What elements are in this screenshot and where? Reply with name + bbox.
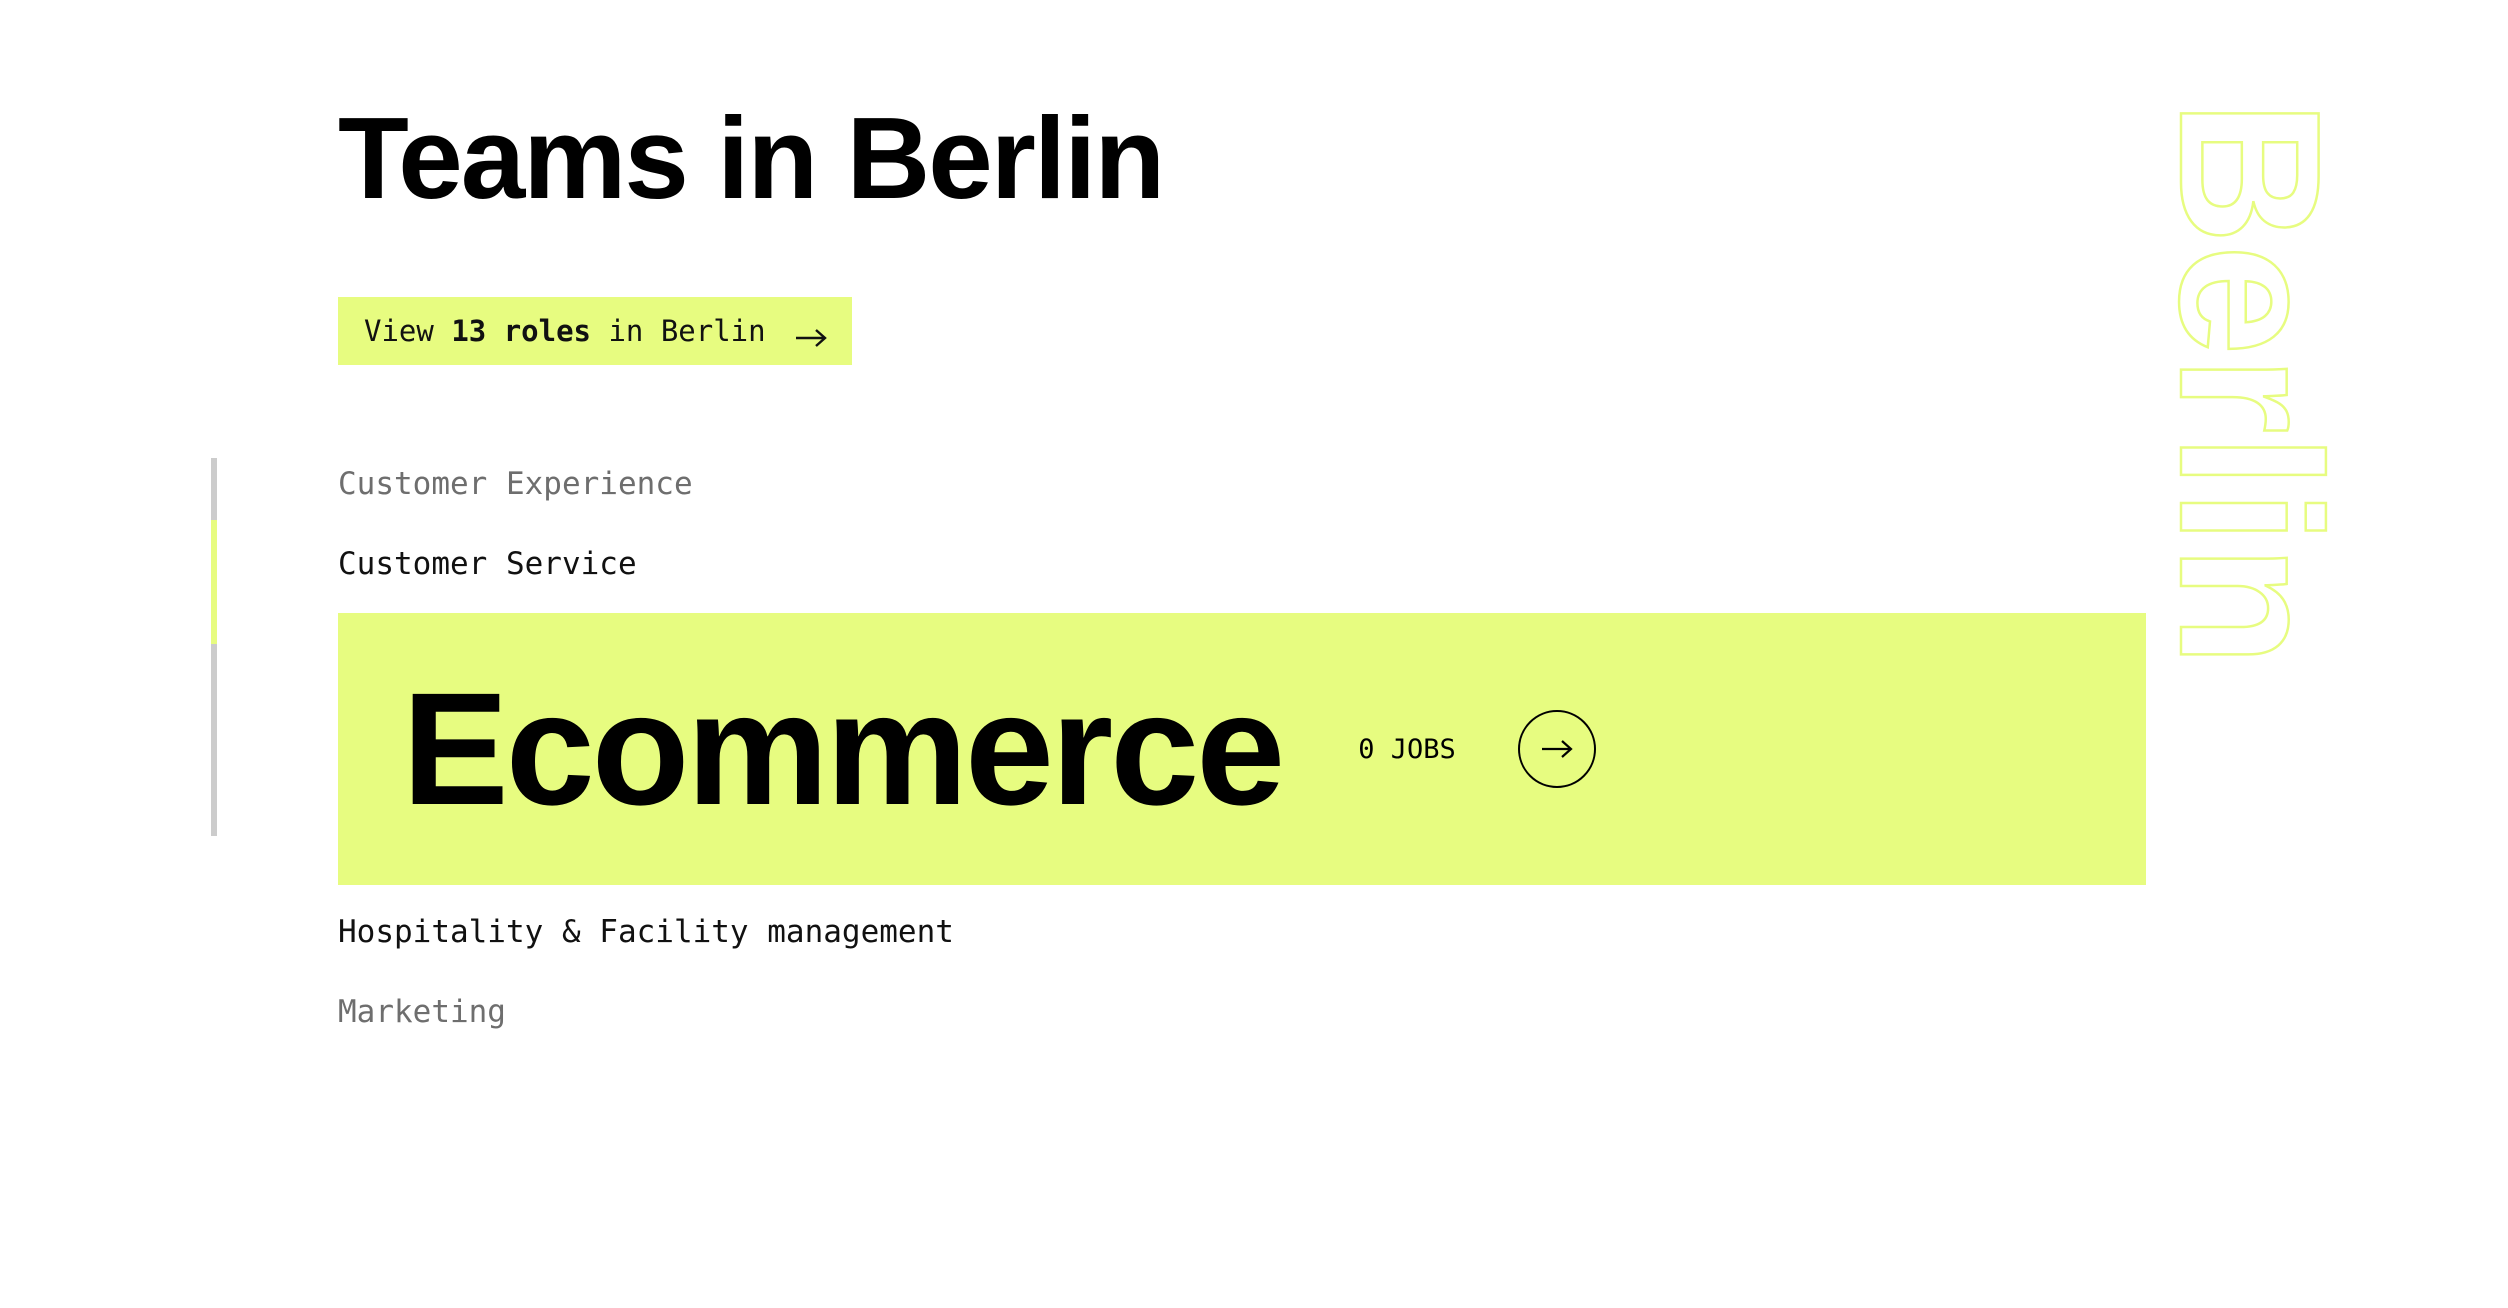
arrow-right-icon: [794, 321, 828, 347]
team-item-hospitality-facility[interactable]: Hospitality & Facility management: [338, 912, 954, 952]
city-name-watermark: Berlin: [2177, 100, 2362, 668]
active-team-name: Ecommerce: [402, 659, 1285, 838]
jobs-count: 0 JOBS: [1358, 733, 1456, 765]
city-watermark-text: Berlin: [2177, 100, 2361, 667]
view-roles-prefix: View: [364, 314, 452, 348]
team-scroll-indicator[interactable]: [211, 520, 217, 644]
view-roles-count: 13 roles: [451, 314, 591, 348]
team-item-customer-service[interactable]: Customer Service: [338, 544, 637, 584]
team-item-customer-experience[interactable]: Customer Experience: [338, 464, 693, 504]
view-roles-button[interactable]: View 13 roles in Berlin: [338, 297, 852, 365]
team-item-marketing[interactable]: Marketing: [338, 992, 506, 1032]
active-team-card[interactable]: Ecommerce 0 JOBS: [338, 613, 2146, 885]
page-title: Teams in Berlin: [338, 93, 1165, 223]
arrow-right-circle-icon[interactable]: [1517, 710, 1596, 788]
view-roles-suffix: in Berlin: [591, 314, 766, 348]
team-scroll-track[interactable]: [211, 458, 217, 836]
